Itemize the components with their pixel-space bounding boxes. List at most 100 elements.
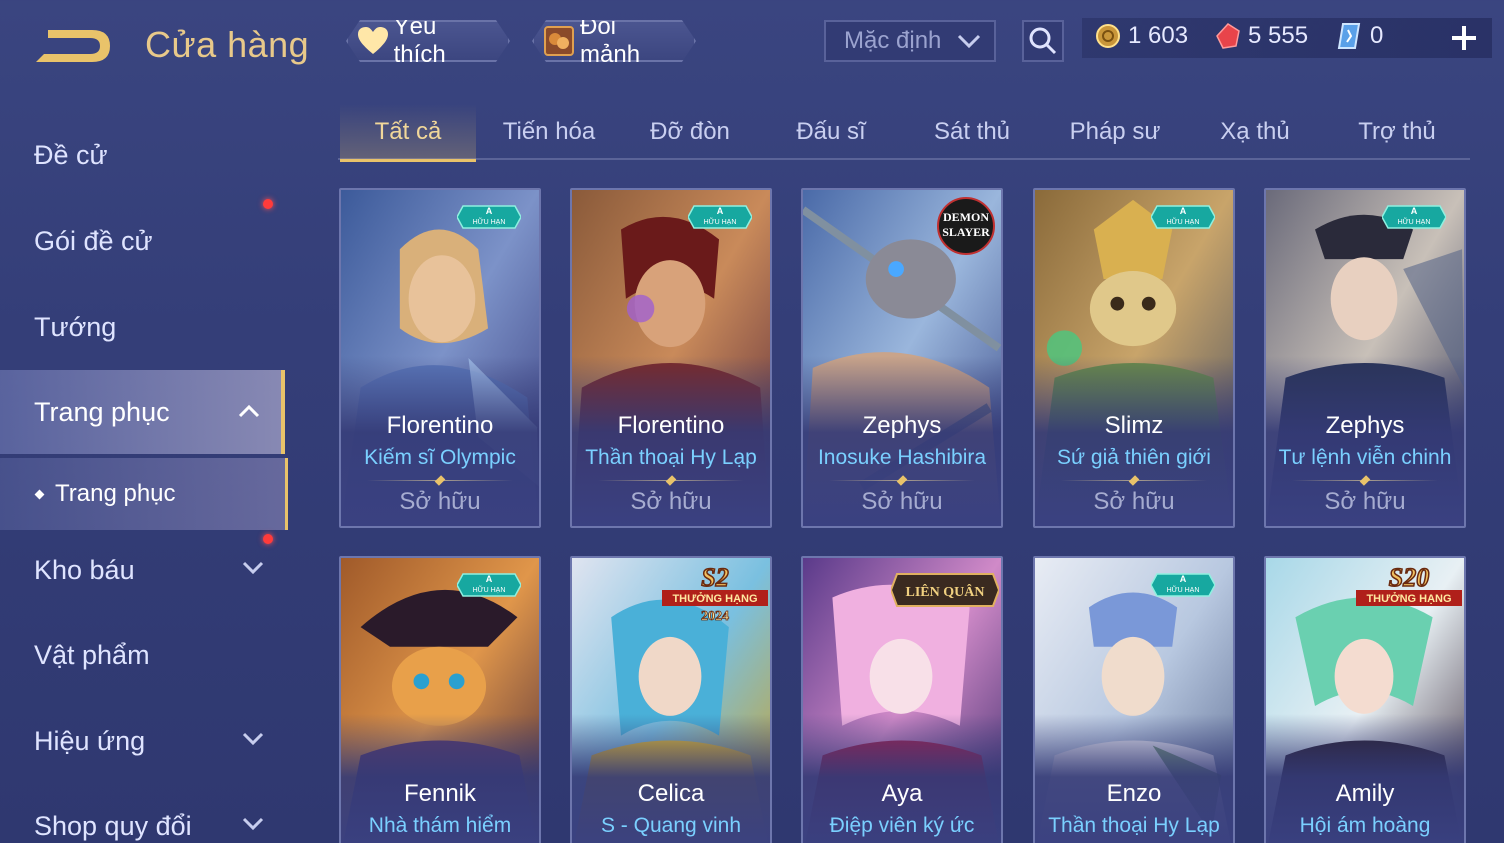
search-icon — [1029, 27, 1057, 55]
tab-assassin[interactable]: Sát thủ — [908, 104, 1036, 160]
svg-text:S2: S2 — [701, 563, 728, 592]
svg-text:THƯỞNG HẠNG: THƯỞNG HẠNG — [1366, 592, 1451, 605]
bullet-icon — [34, 489, 45, 499]
skin-card[interactable]: DEMON SLAYER Zephys Inosuke Hashibira Sở… — [801, 188, 1003, 528]
owned-status: Sở hữu — [399, 488, 481, 515]
sidebar-item-items[interactable]: Vật phẩm — [0, 615, 285, 695]
ruby-amount: 5 555 — [1248, 22, 1309, 49]
divider — [367, 480, 513, 481]
tab-evolution[interactable]: Tiến hóa — [483, 104, 615, 160]
skin-card[interactable]: A HỮU HẠN Florentino Kiếm sĩ Olympic Sở … — [339, 188, 541, 528]
svg-text:A: A — [486, 574, 493, 584]
skin-name: Sứ giả thiên giới — [1057, 446, 1211, 469]
ticket-amount: 0 — [1370, 22, 1384, 49]
add-currency-icon[interactable] — [1448, 22, 1480, 54]
tab-support[interactable]: Trợ thủ — [1332, 104, 1462, 160]
limited-badge-icon: A HỮU HẠN — [1151, 205, 1215, 229]
limited-badge-icon: A HỮU HẠN — [457, 573, 521, 597]
divider — [1061, 480, 1207, 481]
search-button[interactable] — [1022, 20, 1064, 62]
sidebar-item-label: Trang phục — [34, 396, 170, 427]
tab-marksman[interactable]: Xạ thủ — [1190, 104, 1320, 160]
favorite-label: Yêu thích — [393, 13, 446, 68]
skin-card[interactable]: A HỮU HẠN Fennik Nhà thám hiểm — [339, 556, 541, 843]
skin-name: Thần thoại Hy Lạp — [1048, 814, 1220, 837]
gold-coin-icon — [1094, 22, 1122, 50]
limited-badge-icon: A HỮU HẠN — [1151, 573, 1215, 597]
sort-value: Mặc định — [844, 27, 942, 54]
svg-text:HỮU HẠN: HỮU HẠN — [704, 217, 737, 226]
skin-card[interactable]: A HỮU HẠN Slimz Sứ giả thiên giới Sở hữu — [1033, 188, 1235, 528]
hero-name: Fennik — [403, 780, 477, 807]
favorite-button[interactable]: Yêu thích — [346, 20, 510, 62]
divider — [829, 480, 975, 481]
limited-badge-icon: A HỮU HẠN — [457, 205, 521, 229]
chevron-down-icon — [242, 817, 264, 831]
tab-all[interactable]: Tất cả — [340, 104, 476, 162]
skin-card[interactable]: A HỮU HẠN Enzo Thần thoại Hy Lạp — [1033, 556, 1235, 843]
svg-text:SLAYER: SLAYER — [942, 225, 990, 239]
skin-card[interactable]: S2 THƯỞNG HẠNG 2024 Celica S - Quang vin… — [570, 556, 772, 843]
limited-badge-icon: A HỮU HẠN — [1382, 205, 1446, 229]
exchange-fragments-button[interactable]: Đổi mảnh — [532, 20, 696, 62]
hero-name: Slimz — [1104, 412, 1164, 439]
notification-dot — [263, 534, 273, 544]
skin-card[interactable]: LIÊN QUÂN Aya Điệp viên ký ức — [801, 556, 1003, 843]
sidebar-item-skins[interactable]: Trang phục — [0, 370, 285, 454]
season-rank-badge-icon: S2 THƯỞNG HẠNG 2024 — [662, 562, 768, 624]
svg-text:HỮU HẠN: HỮU HẠN — [1167, 217, 1200, 226]
svg-text:2024: 2024 — [701, 609, 729, 624]
role-tabs: Tất cả Tiến hóa Đỡ đòn Đấu sĩ Sát thủ Ph… — [338, 104, 1470, 162]
limited-badge-icon: A HỮU HẠN — [688, 205, 752, 229]
owned-status: Sở hữu — [1093, 488, 1175, 515]
divider — [1292, 480, 1438, 481]
sidebar-item-label: Kho báu — [34, 554, 135, 585]
skin-name: Tư lệnh viễn chinh — [1278, 446, 1452, 469]
svg-text:LIÊN QUÂN: LIÊN QUÂN — [906, 583, 985, 600]
tab-mage[interactable]: Pháp sư — [1050, 104, 1180, 160]
sidebar-item-label: Gói đề cử — [34, 225, 153, 256]
chevron-down-icon — [242, 561, 264, 575]
skin-name: S - Quang vinh — [600, 814, 742, 837]
hero-name: Florentino — [386, 412, 494, 439]
back-arrow-icon[interactable] — [30, 22, 116, 68]
gold-currency: 1 603 — [1094, 22, 1188, 50]
divider — [598, 480, 744, 481]
sidebar-item-recommended[interactable]: Đề cử — [0, 115, 285, 195]
sidebar-item-label: Vật phẩm — [34, 639, 150, 670]
svg-text:A: A — [1180, 574, 1187, 584]
skin-name: Thần thoại Hy Lạp — [585, 446, 757, 469]
svg-text:THƯỞNG HẠNG: THƯỞNG HẠNG — [672, 592, 757, 605]
top-bar: Cửa hàng Yêu thích Đổi mảnh Mặc định 1 6… — [0, 0, 1504, 90]
sidebar-item-effects[interactable]: Hiệu ứng — [0, 701, 285, 781]
sort-dropdown[interactable]: Mặc định — [824, 20, 996, 62]
sidebar-item-heroes[interactable]: Tướng — [0, 287, 285, 367]
svg-text:A: A — [717, 206, 724, 216]
skin-card[interactable]: S20 THƯỞNG HẠNG Amily Hội ám hoàng — [1264, 556, 1466, 843]
sidebar-item-exchange-shop[interactable]: Shop quy đổi — [0, 786, 285, 843]
chevron-down-icon — [242, 732, 264, 746]
lien-quan-logo-icon: LIÊN QUÂN — [891, 573, 999, 607]
sidebar-item-label: Shop quy đổi — [34, 810, 192, 841]
tab-fighter[interactable]: Đấu sĩ — [768, 104, 894, 160]
skin-name: Inosuke Hashibira — [817, 446, 987, 469]
voucher-icon — [1336, 22, 1364, 50]
svg-text:DEMON: DEMON — [943, 210, 989, 224]
skin-card[interactable]: A HỮU HẠN Zephys Tư lệnh viễn chinh Sở h… — [1264, 188, 1466, 528]
season-rank-badge-icon: S20 THƯỞNG HẠNG — [1356, 562, 1462, 606]
ruby-gem-icon — [1214, 22, 1242, 50]
sidebar: Đề cử Gói đề cử Tướng Trang phục Trang p… — [0, 110, 290, 843]
tab-tank[interactable]: Đỡ đòn — [626, 104, 754, 160]
svg-text:A: A — [1180, 206, 1187, 216]
chevron-up-icon — [238, 404, 260, 418]
fragment-label: Đổi mảnh — [580, 13, 641, 68]
sidebar-item-label: Hiệu ứng — [34, 725, 146, 756]
sidebar-item-treasure[interactable]: Kho báu — [0, 530, 285, 610]
hero-name: Aya — [881, 780, 923, 807]
skin-name: Hội ám hoàng — [1299, 814, 1431, 837]
skin-card[interactable]: A HỮU HẠN Florentino Thần thoại Hy Lạp S… — [570, 188, 772, 528]
hero-name: Amily — [1335, 780, 1395, 807]
owned-status: Sở hữu — [1324, 488, 1406, 515]
sidebar-subitem-skins[interactable]: Trang phục — [0, 458, 288, 530]
sidebar-item-recommended-packs[interactable]: Gói đề cử — [0, 199, 285, 281]
